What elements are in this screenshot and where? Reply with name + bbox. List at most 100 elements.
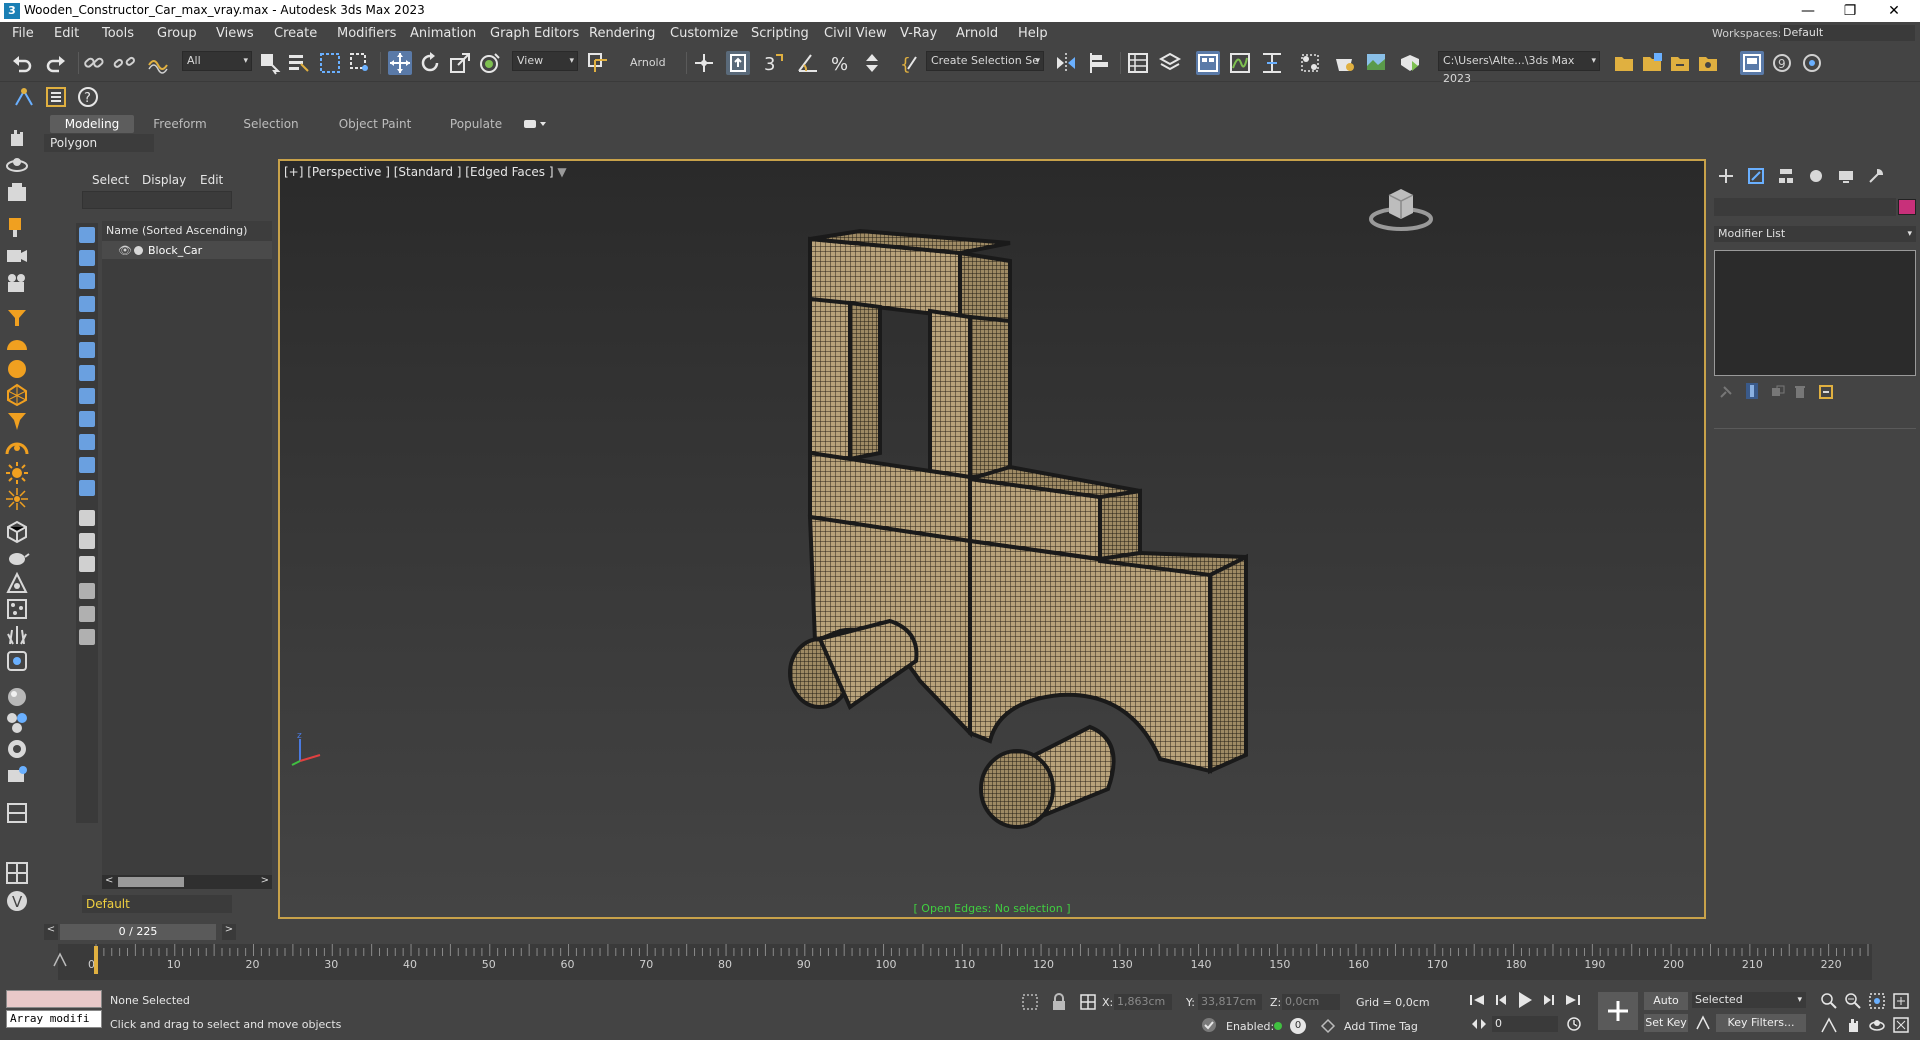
- menu-edit[interactable]: Edit: [54, 26, 79, 41]
- ribbon-tab-object-paint[interactable]: Object Paint: [322, 115, 428, 133]
- grass-icon[interactable]: [4, 622, 30, 648]
- scroll-left-icon[interactable]: <: [105, 875, 113, 886]
- display-xrefs-icon[interactable]: [79, 388, 95, 404]
- current-frame-field[interactable]: 0: [1492, 1016, 1558, 1032]
- time-configuration-icon[interactable]: [1566, 1016, 1584, 1034]
- menu-help[interactable]: Help: [1018, 26, 1048, 41]
- named-selection-dropdown[interactable]: Create Selection Se ▾: [926, 51, 1044, 71]
- select-by-name-icon[interactable]: [286, 51, 310, 75]
- hierarchy-tab-icon[interactable]: [1776, 166, 1796, 186]
- close-button[interactable]: ✕: [1874, 1, 1914, 21]
- filter-icon[interactable]: [79, 606, 95, 622]
- x-coordinate-field[interactable]: 1,863cm: [1114, 994, 1172, 1010]
- minimize-button[interactable]: —: [1788, 1, 1828, 21]
- menu-tools[interactable]: Tools: [102, 26, 134, 41]
- absolute-mode-icon[interactable]: [1078, 992, 1098, 1012]
- workspaces-dropdown[interactable]: Default: [1780, 25, 1915, 41]
- percent-snap-icon[interactable]: %: [828, 51, 852, 75]
- menu-animation[interactable]: Animation: [410, 26, 476, 41]
- unlink-icon[interactable]: [112, 51, 136, 75]
- explorer-tab-edit[interactable]: Edit: [200, 173, 223, 187]
- menu-arnold[interactable]: Arnold: [956, 26, 998, 41]
- display-lights-icon[interactable]: [79, 273, 95, 289]
- perspective-viewport[interactable]: [+] [Perspective ] [Standard ] [Edged Fa…: [278, 159, 1706, 919]
- explorer-search-input[interactable]: [82, 191, 232, 209]
- menu-customize[interactable]: Customize: [670, 26, 738, 41]
- menu-group[interactable]: Group: [157, 26, 197, 41]
- previous-frame-icon[interactable]: [1492, 992, 1510, 1008]
- select-and-scale-icon[interactable]: [448, 51, 472, 75]
- configure-modifier-sets-icon[interactable]: [1818, 384, 1834, 400]
- select-and-rotate-icon[interactable]: [418, 51, 442, 75]
- 3ds-max-app-icon[interactable]: 3: [4, 3, 20, 19]
- ribbon-tab-populate[interactable]: Populate: [434, 115, 518, 133]
- pan-view-icon[interactable]: [1844, 1016, 1862, 1034]
- menu-graph-editors[interactable]: Graph Editors: [490, 26, 579, 41]
- arnold-label[interactable]: Arnold: [630, 56, 666, 69]
- object-name-field[interactable]: [1714, 198, 1896, 216]
- rectangular-selection-icon[interactable]: [318, 51, 342, 75]
- display-all-icon[interactable]: [79, 510, 95, 526]
- link-icon[interactable]: [82, 51, 106, 75]
- scrollbar-thumb[interactable]: [118, 877, 184, 887]
- project-folder-dropdown[interactable]: C:\Users\Alte...\3ds Max 2023 ▾: [1438, 51, 1600, 85]
- sunlight-system-icon[interactable]: [4, 486, 30, 512]
- menu-scripting[interactable]: Scripting: [751, 26, 809, 41]
- display-bones-icon[interactable]: [79, 411, 95, 427]
- curve-editor-icon[interactable]: [1228, 51, 1252, 75]
- toggle-layer-explorer-icon[interactable]: [1158, 51, 1182, 75]
- pivot-point-center-icon[interactable]: [586, 51, 610, 75]
- display-tab-icon[interactable]: [1836, 166, 1856, 186]
- set-key-button[interactable]: Set Key: [1644, 1014, 1688, 1032]
- maxscript-mini-listener[interactable]: Array modifi: [6, 1010, 102, 1028]
- select-manipulate-icon[interactable]: [692, 51, 716, 75]
- camera-icon[interactable]: [4, 242, 30, 268]
- particle-system-icon[interactable]: [4, 596, 30, 622]
- menu-modifiers[interactable]: Modifiers: [337, 26, 396, 41]
- viewport-layout-icon[interactable]: [1740, 51, 1764, 75]
- toggle-scene-explorer-icon[interactable]: [1126, 51, 1150, 75]
- help-icon[interactable]: ?: [76, 85, 100, 109]
- explorer-options-icon[interactable]: [79, 629, 95, 645]
- modify-tab-icon[interactable]: [1746, 166, 1766, 186]
- select-and-place-icon[interactable]: [478, 51, 502, 75]
- ribbon-tab-modeling[interactable]: Modeling: [50, 115, 134, 133]
- time-tag-icon[interactable]: [1320, 1018, 1336, 1034]
- rendered-frame-window-icon[interactable]: [1364, 51, 1388, 75]
- display-geometry-icon[interactable]: [79, 227, 95, 243]
- mini-curve-editor-icon[interactable]: [50, 950, 70, 970]
- scene-states-icon[interactable]: [12, 85, 36, 109]
- play-icon[interactable]: [1516, 990, 1534, 1010]
- z-coordinate-field[interactable]: 0,0cm: [1282, 994, 1340, 1010]
- edit-named-selection-icon[interactable]: {: [898, 51, 922, 75]
- sky-light-icon[interactable]: [4, 434, 30, 460]
- scroll-right-icon[interactable]: >: [261, 875, 269, 886]
- window-crossing-icon[interactable]: [348, 51, 372, 75]
- menu-file[interactable]: File: [12, 26, 34, 41]
- explorer-tab-select[interactable]: Select: [92, 173, 129, 187]
- display-containers-icon[interactable]: [79, 434, 95, 450]
- create-tab-icon[interactable]: [1716, 166, 1736, 186]
- connect-icon[interactable]: [1800, 51, 1824, 75]
- motion-tab-icon[interactable]: [1806, 166, 1826, 186]
- make-unique-icon[interactable]: [1770, 384, 1786, 400]
- display-space-warps-icon[interactable]: [79, 342, 95, 358]
- list-item[interactable]: 👁 Block_Car: [102, 241, 272, 259]
- spinner-snap-icon[interactable]: [860, 51, 884, 75]
- enabled-indicator-icon[interactable]: [1274, 1022, 1282, 1030]
- select-object-icon[interactable]: [258, 51, 282, 75]
- go-to-start-icon[interactable]: [1468, 992, 1486, 1008]
- key-mode-dropdown[interactable]: Selected ▾: [1692, 992, 1806, 1008]
- time-slider-prev-button[interactable]: <: [44, 924, 58, 940]
- key-filter-toggle-icon[interactable]: [1694, 1014, 1712, 1032]
- bind-space-warp-icon[interactable]: [146, 51, 170, 75]
- compound-object-icon[interactable]: [4, 570, 30, 596]
- mirror-icon[interactable]: [1054, 51, 1078, 75]
- modifier-list-dropdown[interactable]: Modifier List ▾: [1714, 226, 1916, 242]
- open-file-icon[interactable]: [1612, 51, 1636, 75]
- keyboard-shortcut-override-icon[interactable]: [726, 51, 750, 75]
- reference-coordinate-dropdown[interactable]: View ▾: [512, 51, 578, 71]
- select-and-move-icon[interactable]: [388, 51, 412, 75]
- maxscript-listener-output[interactable]: [6, 990, 102, 1008]
- brush-icon[interactable]: [4, 214, 30, 240]
